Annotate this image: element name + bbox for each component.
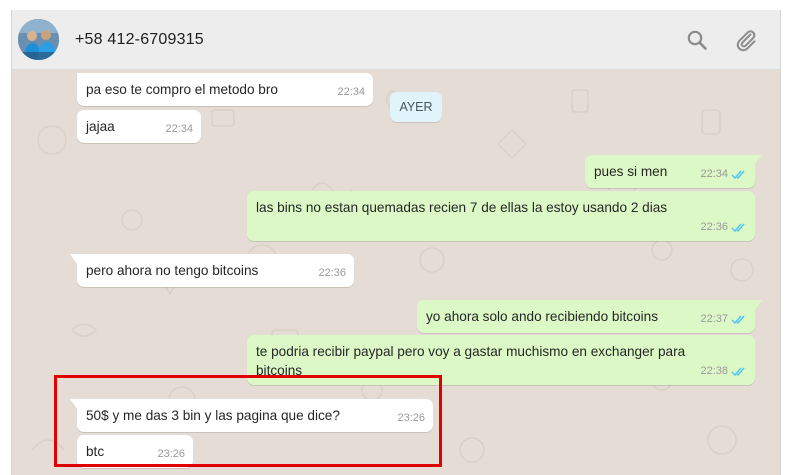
message-text: yo ahora solo ando recibiendo bitcoins	[426, 309, 659, 324]
message-time: 22:37	[700, 313, 728, 325]
message-outgoing[interactable]: las bins no estan quemadas recien 7 de e…	[247, 191, 755, 241]
highlight-box	[54, 375, 442, 467]
contact-name[interactable]: +58 412-6709315	[75, 31, 204, 49]
message-text: las bins no estan quemadas recien 7 de e…	[256, 200, 668, 215]
user-avatar-icon	[18, 19, 59, 60]
chat-window: +58 412-6709315 AYER pa eso te compro el…	[11, 10, 781, 475]
message-time: 22:34	[337, 86, 365, 98]
bubble-tail-icon	[70, 254, 78, 265]
message-area[interactable]: AYER pa eso te compro el metodo bro 22:3…	[12, 70, 780, 475]
message-incoming[interactable]: pa eso te compro el metodo bro 22:34	[77, 73, 373, 106]
chat-header: +58 412-6709315	[12, 10, 780, 70]
message-time: 22:36	[318, 267, 346, 279]
message-time: 22:38	[700, 365, 728, 377]
paperclip-icon[interactable]	[734, 28, 758, 52]
double-check-icon	[731, 223, 745, 233]
message-time: 22:36	[700, 221, 728, 233]
bubble-tail-icon	[754, 300, 762, 311]
message-incoming[interactable]: pero ahora no tengo bitcoins 22:36	[70, 254, 354, 287]
double-check-icon	[731, 367, 745, 377]
bubble-tail-icon	[754, 155, 762, 166]
avatar[interactable]	[18, 19, 59, 60]
message-outgoing[interactable]: yo ahora solo ando recibiendo bitcoins 2…	[417, 300, 762, 333]
message-incoming[interactable]: jajaa 22:34	[77, 110, 201, 143]
message-text: pero ahora no tengo bitcoins	[86, 263, 259, 278]
double-check-icon	[731, 315, 745, 325]
message-text: pa eso te compro el metodo bro	[86, 82, 278, 97]
date-separator: AYER	[390, 92, 442, 122]
double-check-icon	[731, 170, 745, 180]
message-time: 22:34	[165, 123, 193, 135]
message-time: 22:34	[700, 168, 728, 180]
message-outgoing[interactable]: pues si men 22:34	[585, 155, 762, 188]
search-icon[interactable]	[685, 28, 709, 52]
